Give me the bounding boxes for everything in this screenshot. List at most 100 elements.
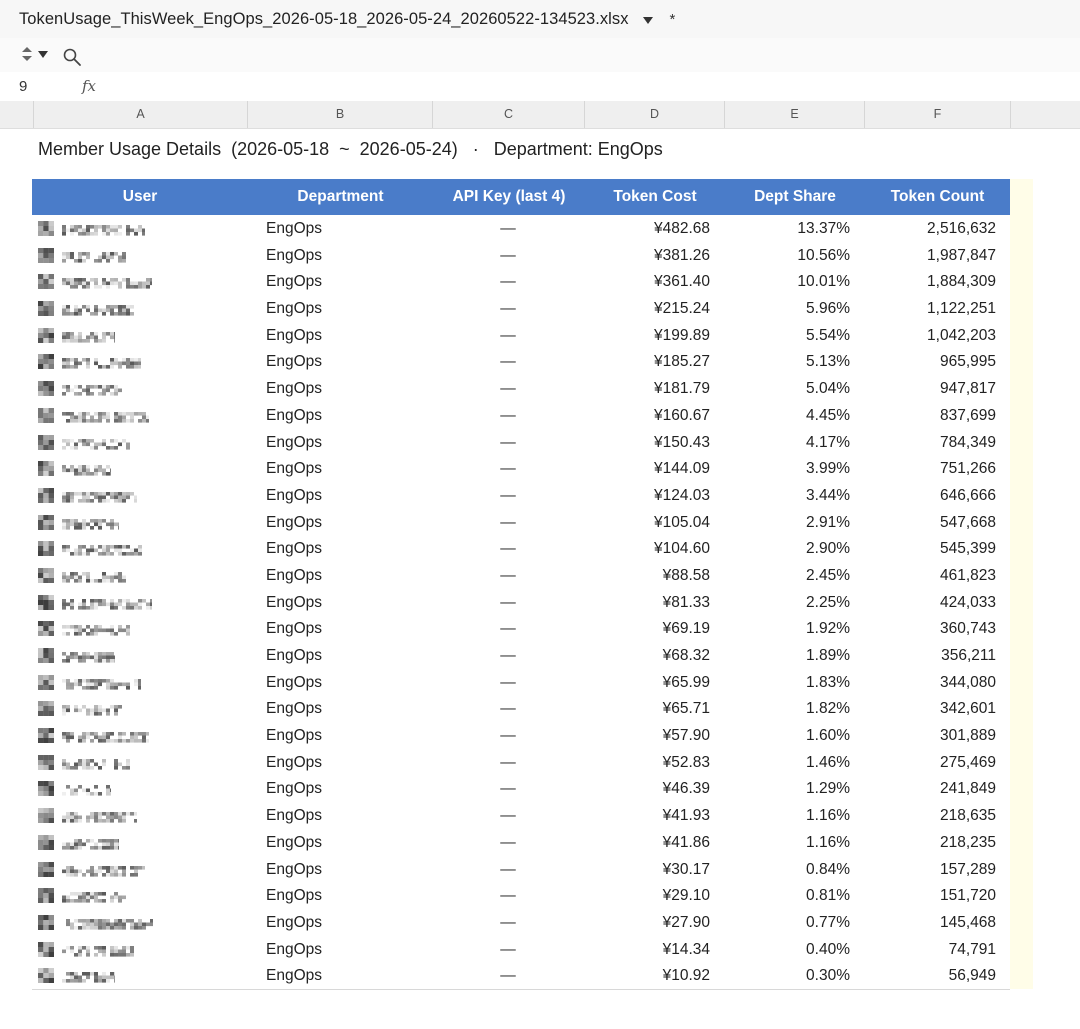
api-key-cell[interactable]: — [432, 615, 584, 642]
table-row[interactable]: EngOps — ¥185.27 5.13% 965,995 [32, 348, 1010, 375]
dept-share-cell[interactable]: 1.92% [724, 615, 850, 642]
header-dept-share[interactable]: Dept Share [725, 179, 865, 215]
user-cell[interactable] [38, 375, 248, 402]
api-key-cell[interactable]: — [432, 242, 584, 269]
api-key-cell[interactable]: — [432, 936, 584, 963]
table-row[interactable]: EngOps — ¥65.99 1.83% 344,080 [32, 669, 1010, 696]
dept-share-cell[interactable]: 5.96% [724, 295, 850, 322]
table-row[interactable]: EngOps — ¥160.67 4.45% 837,699 [32, 402, 1010, 429]
token-cost-cell[interactable]: ¥185.27 [584, 348, 710, 375]
dept-share-cell[interactable]: 5.54% [724, 322, 850, 349]
token-count-cell[interactable]: 56,949 [864, 962, 996, 989]
user-cell[interactable] [38, 829, 248, 856]
user-cell[interactable] [38, 882, 248, 909]
token-cost-cell[interactable]: ¥69.19 [584, 615, 710, 642]
api-key-cell[interactable]: — [432, 562, 584, 589]
token-count-cell[interactable]: 547,668 [864, 509, 996, 536]
table-row[interactable]: EngOps — ¥150.43 4.17% 784,349 [32, 429, 1010, 456]
department-cell[interactable]: EngOps [266, 268, 446, 295]
file-menu-chevron-down-icon[interactable] [642, 17, 653, 24]
token-count-cell[interactable]: 947,817 [864, 375, 996, 402]
token-cost-cell[interactable]: ¥482.68 [584, 215, 710, 242]
dept-share-cell[interactable]: 1.89% [724, 642, 850, 669]
token-cost-cell[interactable]: ¥65.71 [584, 695, 710, 722]
token-count-cell[interactable]: 241,849 [864, 775, 996, 802]
token-cost-cell[interactable]: ¥199.89 [584, 322, 710, 349]
department-cell[interactable]: EngOps [266, 695, 446, 722]
token-cost-cell[interactable]: ¥88.58 [584, 562, 710, 589]
token-cost-cell[interactable]: ¥41.86 [584, 829, 710, 856]
dept-share-cell[interactable]: 3.99% [724, 455, 850, 482]
user-cell[interactable] [38, 482, 248, 509]
token-count-cell[interactable]: 218,235 [864, 829, 996, 856]
token-cost-cell[interactable]: ¥124.03 [584, 482, 710, 509]
search-icon[interactable] [62, 47, 82, 67]
token-count-cell[interactable]: 301,889 [864, 722, 996, 749]
dept-share-cell[interactable]: 0.30% [724, 962, 850, 989]
department-cell[interactable]: EngOps [266, 295, 446, 322]
header-user[interactable]: User [32, 179, 248, 215]
dept-share-cell[interactable]: 1.16% [724, 802, 850, 829]
token-count-cell[interactable]: 157,289 [864, 856, 996, 883]
table-row[interactable]: EngOps — ¥104.60 2.90% 545,399 [32, 535, 1010, 562]
user-cell[interactable] [38, 295, 248, 322]
column-header-b[interactable]: B [248, 101, 433, 128]
user-cell[interactable] [38, 322, 248, 349]
dept-share-cell[interactable]: 4.45% [724, 402, 850, 429]
token-cost-cell[interactable]: ¥29.10 [584, 882, 710, 909]
api-key-cell[interactable]: — [432, 482, 584, 509]
table-row[interactable]: EngOps — ¥10.92 0.30% 56,949 [32, 962, 1010, 989]
user-cell[interactable] [38, 936, 248, 963]
department-cell[interactable]: EngOps [266, 348, 446, 375]
token-count-cell[interactable]: 424,033 [864, 589, 996, 616]
token-cost-cell[interactable]: ¥381.26 [584, 242, 710, 269]
user-cell[interactable] [38, 775, 248, 802]
user-cell[interactable] [38, 348, 248, 375]
dept-share-cell[interactable]: 1.82% [724, 695, 850, 722]
table-row[interactable]: EngOps — ¥27.90 0.77% 145,468 [32, 909, 1010, 936]
api-key-cell[interactable]: — [432, 268, 584, 295]
header-token-count[interactable]: Token Count [865, 179, 1010, 215]
token-cost-cell[interactable]: ¥68.32 [584, 642, 710, 669]
dept-share-cell[interactable]: 0.81% [724, 882, 850, 909]
table-row[interactable]: EngOps — ¥181.79 5.04% 947,817 [32, 375, 1010, 402]
token-cost-cell[interactable]: ¥104.60 [584, 535, 710, 562]
table-row[interactable]: EngOps — ¥81.33 2.25% 424,033 [32, 589, 1010, 616]
api-key-cell[interactable]: — [432, 455, 584, 482]
token-count-cell[interactable]: 275,469 [864, 749, 996, 776]
user-cell[interactable] [38, 589, 248, 616]
dept-share-cell[interactable]: 0.84% [724, 856, 850, 883]
department-cell[interactable]: EngOps [266, 615, 446, 642]
table-row[interactable]: EngOps — ¥41.86 1.16% 218,235 [32, 829, 1010, 856]
header-department[interactable]: Department [248, 179, 433, 215]
token-count-cell[interactable]: 461,823 [864, 562, 996, 589]
table-row[interactable]: EngOps — ¥215.24 5.96% 1,122,251 [32, 295, 1010, 322]
user-cell[interactable] [38, 802, 248, 829]
dept-share-cell[interactable]: 10.56% [724, 242, 850, 269]
user-cell[interactable] [38, 962, 248, 989]
department-cell[interactable]: EngOps [266, 802, 446, 829]
column-header-a[interactable]: A [34, 101, 248, 128]
sort-chevron-down-icon[interactable] [38, 51, 48, 58]
select-all-corner[interactable] [0, 101, 34, 128]
department-cell[interactable]: EngOps [266, 962, 446, 989]
dept-share-cell[interactable]: 0.40% [724, 936, 850, 963]
token-count-cell[interactable]: 1,042,203 [864, 322, 996, 349]
token-count-cell[interactable]: 1,884,309 [864, 268, 996, 295]
department-cell[interactable]: EngOps [266, 909, 446, 936]
dept-share-cell[interactable]: 5.13% [724, 348, 850, 375]
user-cell[interactable] [38, 268, 248, 295]
api-key-cell[interactable]: — [432, 802, 584, 829]
header-token-cost[interactable]: Token Cost [585, 179, 725, 215]
user-cell[interactable] [38, 455, 248, 482]
table-row[interactable]: EngOps — ¥199.89 5.54% 1,042,203 [32, 322, 1010, 349]
dept-share-cell[interactable]: 2.91% [724, 509, 850, 536]
dept-share-cell[interactable]: 2.45% [724, 562, 850, 589]
user-cell[interactable] [38, 669, 248, 696]
token-cost-cell[interactable]: ¥10.92 [584, 962, 710, 989]
dept-share-cell[interactable]: 1.60% [724, 722, 850, 749]
department-cell[interactable]: EngOps [266, 669, 446, 696]
token-cost-cell[interactable]: ¥46.39 [584, 775, 710, 802]
api-key-cell[interactable]: — [432, 295, 584, 322]
department-cell[interactable]: EngOps [266, 856, 446, 883]
